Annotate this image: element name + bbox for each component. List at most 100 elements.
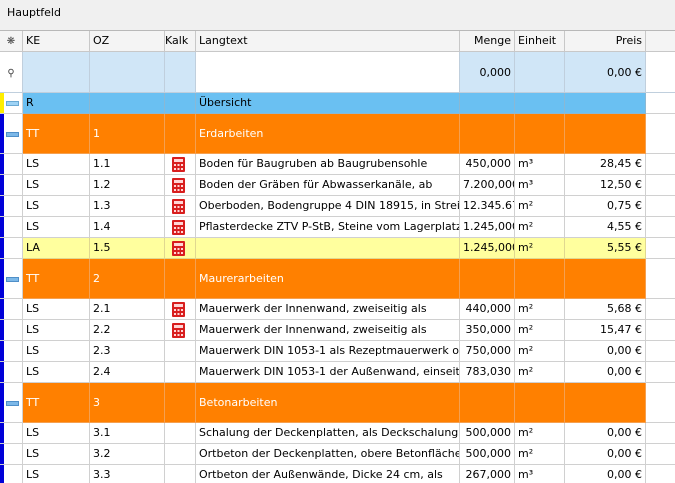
filter-cell-preis[interactable]: 0,00 €	[565, 52, 646, 93]
cell-menge[interactable]: 1.245,000	[460, 238, 515, 259]
cell-einheit[interactable]: m²	[515, 196, 565, 217]
cell-oz[interactable]	[90, 93, 165, 114]
filter-cell-kalk[interactable]	[165, 52, 196, 93]
cell-langtext[interactable]: Übersicht	[196, 93, 460, 114]
cell-langtext[interactable]: Boden der Gräben für Abwasserkanäle, ab	[196, 175, 460, 196]
cell-einheit[interactable]: m²	[515, 299, 565, 320]
table-row[interactable]: LS 1.4 Pflasterdecke ZTV P-StB, Steine vom…	[0, 217, 675, 238]
cell-preis[interactable]	[565, 114, 646, 154]
cell-langtext[interactable]	[196, 238, 460, 259]
cell-preis[interactable]: 5,55 €	[565, 238, 646, 259]
cell-menge[interactable]: 500,000	[460, 444, 515, 465]
cell-einheit[interactable]	[515, 259, 565, 299]
cell-ke[interactable]: TT	[23, 383, 90, 423]
positions-grid[interactable]: ❋ KE OZ Kalk Langtext Menge Einheit Prei…	[0, 30, 675, 483]
cell-ke[interactable]: LS	[23, 341, 90, 362]
cell-menge[interactable]	[460, 383, 515, 423]
cell-ke[interactable]: LS	[23, 444, 90, 465]
cell-oz[interactable]: 1.3	[90, 196, 165, 217]
cell-oz[interactable]: 3.3	[90, 465, 165, 483]
cell-ke[interactable]: TT	[23, 259, 90, 299]
table-row[interactable]: LS 3.3 Ortbeton der Außenwände, Dicke 24 c…	[0, 465, 675, 483]
cell-menge[interactable]: 750,000	[460, 341, 515, 362]
cell-kalk[interactable]	[165, 259, 196, 299]
calculator-icon[interactable]	[172, 199, 185, 214]
cell-kalk[interactable]	[165, 93, 196, 114]
table-row[interactable]: LS 2.2 Mauerwerk der Innenwand, zweiseitig…	[0, 320, 675, 341]
filter-cell-menge[interactable]: 0,000	[460, 52, 515, 93]
cell-ke[interactable]: LS	[23, 154, 90, 175]
cell-kalk[interactable]	[165, 114, 196, 154]
cell-oz[interactable]: 1	[90, 114, 165, 154]
cell-preis[interactable]	[565, 93, 646, 114]
cell-preis[interactable]	[565, 259, 646, 299]
calculator-icon[interactable]	[172, 157, 185, 172]
cell-kalk[interactable]	[165, 238, 196, 259]
cell-langtext[interactable]: Mauerwerk der Innenwand, zweiseitig als	[196, 299, 460, 320]
calculator-icon[interactable]	[172, 323, 185, 338]
table-row[interactable]: LS 1.3 Oberboden, Bodengruppe 4 DIN 18915,…	[0, 196, 675, 217]
filter-cell-langtext[interactable]	[196, 52, 460, 93]
cell-langtext[interactable]: Schalung der Deckenplatten, als Deckscha…	[196, 423, 460, 444]
column-header-menge[interactable]: Menge	[460, 31, 515, 52]
cell-oz[interactable]: 3.2	[90, 444, 165, 465]
cell-ke[interactable]: LS	[23, 175, 90, 196]
table-row[interactable]: LS 3.2 Ortbeton der Deckenplatten, obere B…	[0, 444, 675, 465]
calculator-icon[interactable]	[172, 220, 185, 235]
filter-cell-einheit[interactable]	[515, 52, 565, 93]
filter-row[interactable]: ⚲ 0,000 0,00 €	[0, 52, 675, 93]
cell-einheit[interactable]: m³	[515, 154, 565, 175]
cell-ke[interactable]: R	[23, 93, 90, 114]
cell-kalk[interactable]	[165, 444, 196, 465]
cell-kalk[interactable]	[165, 299, 196, 320]
cell-kalk[interactable]	[165, 196, 196, 217]
cell-langtext[interactable]: Pflasterdecke ZTV P-StB, Steine vom Lage…	[196, 217, 460, 238]
cell-preis[interactable]	[565, 383, 646, 423]
cell-preis[interactable]: 15,47 €	[565, 320, 646, 341]
table-row[interactable]: LS 3.1 Schalung der Deckenplatten, als Dec…	[0, 423, 675, 444]
collapse-icon[interactable]	[5, 100, 19, 106]
group-row[interactable]: TT 1 Erdarbeiten	[0, 114, 675, 154]
column-header-oz[interactable]: OZ	[90, 31, 165, 52]
cell-ke[interactable]: LA	[23, 238, 90, 259]
cell-menge[interactable]	[460, 259, 515, 299]
cell-oz[interactable]: 3	[90, 383, 165, 423]
cell-ke[interactable]: LS	[23, 465, 90, 483]
cell-ke[interactable]: LS	[23, 362, 90, 383]
group-row[interactable]: TT 2 Maurerarbeiten	[0, 259, 675, 299]
cell-preis[interactable]: 0,00 €	[565, 465, 646, 483]
cell-langtext[interactable]: Betonarbeiten	[196, 383, 460, 423]
cell-langtext[interactable]: Boden für Baugruben ab Baugrubensohle	[196, 154, 460, 175]
group-row[interactable]: TT 3 Betonarbeiten	[0, 383, 675, 423]
table-row[interactable]: LS 2.1 Mauerwerk der Innenwand, zweiseitig…	[0, 299, 675, 320]
calculator-icon[interactable]	[172, 178, 185, 193]
cell-menge[interactable]: 440,000	[460, 299, 515, 320]
cell-einheit[interactable]	[515, 114, 565, 154]
cell-einheit[interactable]: m²	[515, 238, 565, 259]
cell-menge[interactable]: 350,000	[460, 320, 515, 341]
cell-oz[interactable]: 2.4	[90, 362, 165, 383]
table-row[interactable]: LS 1.2 Boden der Gräben für Abwasserkanäle…	[0, 175, 675, 196]
cell-menge[interactable]: 12.345.67	[460, 196, 515, 217]
cell-oz[interactable]: 1.2	[90, 175, 165, 196]
column-header-einheit[interactable]: Einheit	[515, 31, 565, 52]
cell-preis[interactable]: 0,00 €	[565, 362, 646, 383]
cell-einheit[interactable]: m²	[515, 444, 565, 465]
cell-kalk[interactable]	[165, 383, 196, 423]
cell-ke[interactable]: LS	[23, 196, 90, 217]
cell-menge[interactable]: 1.245,000	[460, 217, 515, 238]
cell-kalk[interactable]	[165, 423, 196, 444]
collapse-icon[interactable]	[5, 276, 19, 282]
filter-cell-oz[interactable]	[90, 52, 165, 93]
cell-ke[interactable]: LS	[23, 320, 90, 341]
cell-einheit[interactable]: m²	[515, 362, 565, 383]
cell-einheit[interactable]: m³	[515, 175, 565, 196]
cell-menge[interactable]	[460, 93, 515, 114]
column-header-langtext[interactable]: Langtext	[196, 31, 460, 52]
cell-ke[interactable]: LS	[23, 217, 90, 238]
cell-langtext[interactable]: Ortbeton der Außenwände, Dicke 24 cm, al…	[196, 465, 460, 483]
cell-preis[interactable]: 0,00 €	[565, 423, 646, 444]
cell-menge[interactable]: 7.200,000	[460, 175, 515, 196]
cell-einheit[interactable]: m²	[515, 341, 565, 362]
cell-preis[interactable]: 28,45 €	[565, 154, 646, 175]
